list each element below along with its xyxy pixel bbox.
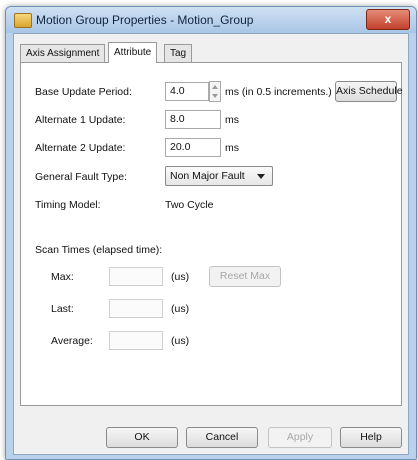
cancel-button[interactable]: Cancel <box>186 427 258 448</box>
last-field <box>109 299 163 318</box>
base-update-label: Base Update Period: <box>35 86 132 98</box>
scan-times-title: Scan Times (elapsed time): <box>35 244 163 256</box>
ok-button[interactable]: OK <box>106 427 178 448</box>
alt1-update-input[interactable]: 8.0 <box>165 110 221 129</box>
alt1-update-label: Alternate 1 Update: <box>35 114 126 126</box>
chevron-down-icon[interactable] <box>257 174 265 179</box>
attribute-panel: Base Update Period: 4.0 ms (in 0.5 incre… <box>20 62 403 406</box>
base-update-input[interactable]: 4.0 <box>165 82 209 101</box>
axis-schedule-button[interactable]: Axis Schedule <box>335 81 403 102</box>
base-update-unit: ms (in 0.5 increments.) <box>225 86 332 98</box>
fault-type-label: General Fault Type: <box>35 171 128 183</box>
apply-button[interactable]: Apply <box>268 427 332 448</box>
help-button[interactable]: Help <box>340 427 402 448</box>
max-label: Max: <box>51 271 74 283</box>
tab-attribute[interactable]: Attribute <box>108 42 158 63</box>
spin-down-icon[interactable] <box>212 94 218 98</box>
dialog-body: Axis Assignment Attribute Tag Base Updat… <box>13 33 409 455</box>
window-title: Motion Group Properties - Motion_Group <box>36 13 254 27</box>
title-bar[interactable]: Motion Group Properties - Motion_Group x <box>6 7 416 33</box>
fault-type-select[interactable]: Non Major Fault <box>165 166 273 186</box>
max-field <box>109 267 163 286</box>
app-icon <box>14 13 32 28</box>
average-label: Average: <box>51 335 93 347</box>
last-label: Last: <box>51 303 74 315</box>
last-unit: (us) <box>171 303 190 315</box>
base-update-spinner[interactable] <box>209 81 221 102</box>
spin-up-icon[interactable] <box>212 85 218 89</box>
alt1-unit: ms <box>225 114 239 126</box>
close-button[interactable]: x <box>366 9 410 30</box>
fault-type-value: Non Major Fault <box>170 170 245 182</box>
timing-model-label: Timing Model: <box>35 199 101 211</box>
dialog-window: Motion Group Properties - Motion_Group x… <box>5 6 417 460</box>
tab-tag[interactable]: Tag <box>164 44 193 62</box>
reset-max-button[interactable]: Reset Max <box>209 266 281 287</box>
tab-axis-assignment[interactable]: Axis Assignment <box>20 44 106 62</box>
average-unit: (us) <box>171 335 190 347</box>
average-field <box>109 331 163 350</box>
alt2-unit: ms <box>225 142 239 154</box>
max-unit: (us) <box>171 271 190 283</box>
alt2-update-label: Alternate 2 Update: <box>35 142 126 154</box>
alt2-update-input[interactable]: 20.0 <box>165 138 221 157</box>
timing-model-value: Two Cycle <box>165 199 214 211</box>
